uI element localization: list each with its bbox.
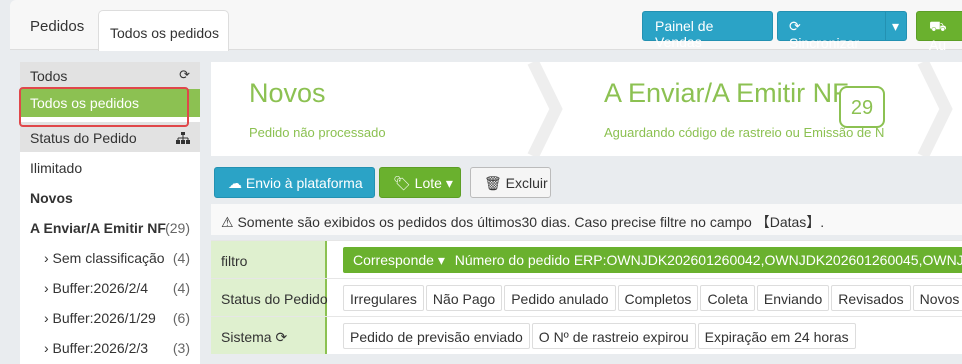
- section-label: Status do Pedido: [30, 130, 137, 146]
- tag-icon: 🏷: [393, 175, 411, 191]
- sitemap-icon[interactable]: [176, 131, 190, 147]
- sincronizar-button[interactable]: ⟳ Sincronizar: [777, 11, 886, 51]
- sincronizar-dropdown-button[interactable]: ▾: [885, 11, 907, 41]
- item-count: (4): [172, 250, 190, 266]
- item-label: › Buffer:2026/2/3: [44, 340, 149, 356]
- sidebar-item-novos[interactable]: Novos: [20, 182, 200, 212]
- painel-de-vendas-button[interactable]: Painel de Vendas: [642, 11, 773, 50]
- chip-expiracao-24h[interactable]: Expiração em 24 horas: [697, 323, 856, 349]
- sidebar-item-buffer-2026-2-3[interactable]: › Buffer:2026/2/3 (3): [20, 332, 200, 362]
- sidebar-item-buffer-2026-1-29[interactable]: › Buffer:2026/1/29 (6): [20, 302, 200, 332]
- chip-enviando[interactable]: Enviando: [756, 285, 830, 311]
- notice-text: Somente são exibidos os pedidos dos últi…: [237, 214, 825, 230]
- car-icon: ⛟: [929, 18, 947, 34]
- trash-icon: 🗑: [484, 175, 502, 191]
- sidebar-head-label: Todos: [30, 68, 68, 84]
- item-count: (3): [172, 340, 190, 356]
- chip-pedido-anulado[interactable]: Pedido anulado: [504, 285, 616, 311]
- lote-button[interactable]: 🏷 Lote ▾: [379, 167, 461, 198]
- filter-row-filtro: filtro Corresponde ▾ Número do pedido ER…: [211, 240, 962, 278]
- selection-highlight: [19, 87, 189, 127]
- chip-irregulares[interactable]: Irregulares: [343, 285, 424, 311]
- tab-todos-os-pedidos[interactable]: Todos os pedidos: [98, 10, 229, 51]
- filter-row-status: Status do Pedido Irregulares Não Pago Pedi…: [211, 278, 962, 316]
- sistema-chips: Pedido de previsão enviado O Nº de rastre…: [343, 323, 858, 349]
- refresh-icon[interactable]: ⟳: [179, 67, 190, 83]
- corresponde-label: Corresponde: [353, 252, 434, 268]
- sistema-label: Sistema: [221, 329, 272, 345]
- chip-revisados[interactable]: Revisados: [831, 285, 911, 311]
- auto-button-label: Au: [929, 37, 947, 53]
- sincronizar-label: Sincronizar: [789, 35, 860, 51]
- warning-icon: ⚠: [221, 214, 234, 230]
- lote-label: Lote: [414, 175, 442, 191]
- card-title: Novos: [249, 78, 326, 108]
- sidebar-item-ilimitado[interactable]: Ilimitado: [20, 152, 200, 182]
- item-label: › Buffer:2026/2/4: [44, 280, 149, 296]
- refresh-icon[interactable]: ⟳: [275, 329, 287, 345]
- refresh-icon: ⟳: [789, 18, 801, 34]
- card-subtitle: Aguardando código de rastreio ou Emissão…: [604, 125, 885, 140]
- corresponde-filter[interactable]: Corresponde ▾ Número do pedido ERP:OWNJD…: [343, 247, 962, 273]
- item-label: Novos: [30, 190, 73, 206]
- caret-down-icon: ▾: [437, 252, 445, 268]
- item-label: › Buffer:2026/1/29: [44, 310, 156, 326]
- envio-plataforma-button[interactable]: ☁ Envio à plataforma: [214, 167, 375, 198]
- card-title: A Enviar/A Emitir NF: [604, 78, 849, 108]
- excluir-button[interactable]: 🗑 Excluir: [470, 167, 551, 198]
- caret-down-icon: ▾: [445, 175, 453, 191]
- status-chips: Irregulares Não Pago Pedido anulado Complet…: [343, 285, 962, 311]
- item-count: (29): [165, 220, 190, 236]
- filter-label: Status do Pedido: [211, 279, 328, 316]
- item-label: A Enviar/A Emitir NF: [30, 220, 166, 236]
- item-count: (6): [172, 310, 190, 326]
- item-label: Ilimitado: [30, 160, 83, 176]
- auto-button[interactable]: ⛟ Au: [916, 11, 962, 53]
- chip-coleta[interactable]: Coleta: [700, 285, 755, 311]
- filter-label: filtro: [211, 241, 327, 278]
- chip-nao-pago[interactable]: Não Pago: [425, 285, 503, 311]
- card-subtitle: Pedido não processado: [249, 125, 386, 140]
- excluir-label: Excluir: [505, 175, 548, 191]
- chip-completos[interactable]: Completos: [617, 285, 699, 311]
- cloud-upload-icon: ☁: [228, 175, 242, 191]
- chip-rastreio-expirou[interactable]: O Nº de rastreio expirou: [531, 323, 696, 349]
- item-label: › Sem classificação: [44, 250, 165, 266]
- sidebar-item-todos[interactable]: Todos ⟳: [20, 62, 200, 89]
- sidebar-item-buffer-2026-2-4[interactable]: › Buffer:2026/2/4 (4): [20, 272, 200, 302]
- count-badge: 29: [839, 86, 885, 128]
- item-count: (4): [172, 280, 190, 296]
- caret-down-icon: ▾: [892, 18, 900, 34]
- notice-bar: ⚠ Somente são exibidos os pedidos dos úl…: [211, 204, 962, 235]
- envio-label: Envio à plataforma: [245, 175, 363, 191]
- chip-novos[interactable]: Novos: [912, 285, 962, 311]
- corresponde-value: Número do pedido ERP:OWNJDK202601260042,…: [454, 252, 962, 268]
- filter-label: Sistema ⟳: [211, 317, 327, 354]
- sidebar-item-a-enviar[interactable]: A Enviar/A Emitir NF (29): [20, 212, 200, 242]
- breadcrumb[interactable]: Pedidos: [30, 18, 84, 35]
- chip-previsao-enviado[interactable]: Pedido de previsão enviado: [343, 323, 530, 349]
- sidebar-item-sem-classificacao[interactable]: › Sem classificação (4): [20, 242, 200, 272]
- filter-row-sistema: Sistema ⟳ Pedido de previsão enviado O Nº…: [211, 316, 962, 354]
